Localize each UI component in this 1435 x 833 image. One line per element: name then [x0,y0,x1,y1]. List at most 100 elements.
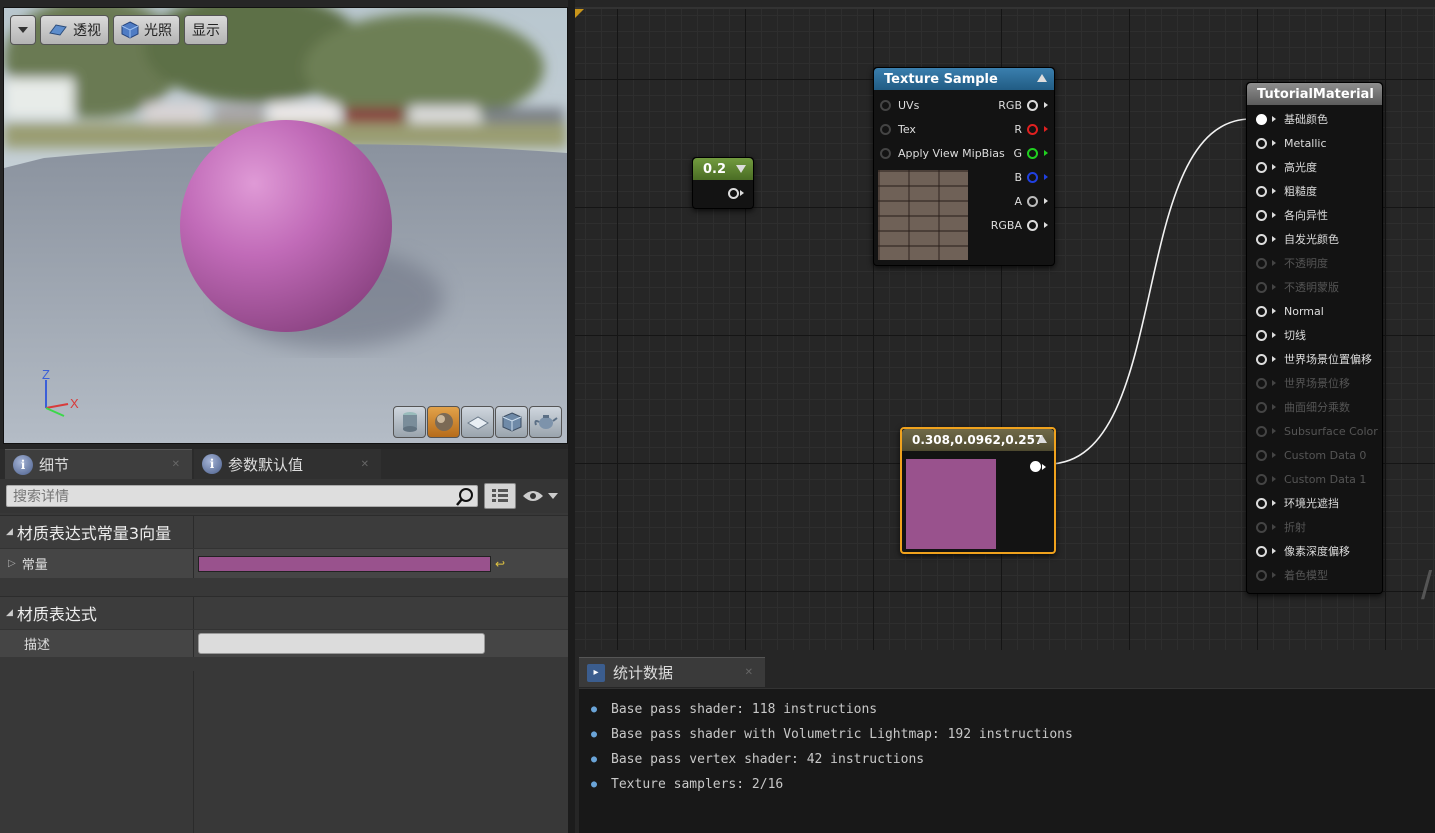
material-pin[interactable]: Subsurface Color [1247,419,1382,443]
output-pin-b[interactable]: B [991,165,1048,189]
sphere-preview-button[interactable] [427,406,460,438]
output-pin-a[interactable]: A [991,189,1048,213]
collapse-arrow-icon[interactable] [1037,435,1047,443]
input-pin-uvs[interactable]: UVs [880,93,1005,117]
material-pin[interactable]: 高光度 [1247,155,1382,179]
output-pin-rgb[interactable]: RGB [991,93,1048,117]
section-title: 材质表达式 [16,605,97,624]
input-pin[interactable] [1256,137,1267,149]
property-row-description: 描述 [0,629,568,657]
input-pin[interactable] [1256,305,1267,317]
material-pin[interactable]: 切线 [1247,323,1382,347]
close-icon[interactable]: ✕ [172,459,180,470]
panel-splitter[interactable] [568,0,575,833]
section-vector3-constant[interactable]: ◢ 材质表达式常量3向量 [0,515,568,548]
input-pin[interactable] [1256,545,1267,557]
input-pin[interactable] [1256,521,1267,533]
property-matrix-button[interactable] [484,483,516,509]
input-pin[interactable] [1256,497,1267,509]
material-pin[interactable]: 粗糙度 [1247,179,1382,203]
material-pin[interactable]: Custom Data 1 [1247,467,1382,491]
vector3-constant-node[interactable]: 0.308,0.0962,0.257 [900,427,1056,554]
cube-preview-button[interactable] [495,406,528,438]
material-graph[interactable]: 0.2 Texture Sample UVs Tex Apply View Mi… [575,7,1435,650]
input-pin[interactable] [1256,185,1267,197]
close-icon[interactable]: ✕ [745,667,753,678]
texture-sample-node[interactable]: Texture Sample UVs Tex Apply View MipBia… [873,67,1055,266]
collapse-arrow-icon[interactable] [1037,74,1047,82]
section-material-expression[interactable]: ◢ 材质表达式 [0,596,568,629]
input-pin-tex[interactable]: Tex [880,117,1005,141]
collapse-arrow-icon[interactable] [736,165,746,173]
material-pin[interactable]: 曲面细分乘数 [1247,395,1382,419]
info-icon: i [13,454,33,475]
input-pin[interactable] [1256,425,1267,437]
material-pin[interactable]: 自发光颜色 [1247,227,1382,251]
tab-parameter-defaults[interactable]: i 参数默认值 ✕ [194,449,381,479]
material-pin[interactable]: 世界场景位移 [1247,371,1382,395]
input-pin[interactable] [1256,353,1267,365]
input-pin[interactable] [1256,257,1267,269]
material-pin[interactable]: 折射 [1247,515,1382,539]
input-pin[interactable] [1256,449,1267,461]
show-button[interactable]: 显示 [184,15,228,45]
vector3-node-title[interactable]: 0.308,0.0962,0.257 [902,429,1054,451]
tab-details[interactable]: i 细节 ✕ [5,449,192,479]
view-options-button[interactable] [522,489,558,503]
material-pin[interactable]: Metallic [1247,131,1382,155]
input-pin[interactable] [1256,281,1267,293]
teapot-preview-button[interactable] [529,406,562,438]
constant-node-title[interactable]: 0.2 [693,158,753,180]
material-pin[interactable]: Normal [1247,299,1382,323]
material-pin[interactable]: Custom Data 0 [1247,443,1382,467]
output-pin-r[interactable]: R [991,117,1048,141]
material-result-node[interactable]: TutorialMaterial 基础颜色 Metallic 高光度 粗糙度 各向异性自… [1246,82,1383,594]
bullet-icon: ● [591,779,598,790]
material-pin[interactable]: 世界场景位置偏移 [1247,347,1382,371]
material-pin[interactable]: 不透明度 [1247,251,1382,275]
cylinder-preview-button[interactable] [393,406,426,438]
tab-stats-label: 统计数据 [613,664,674,682]
input-pin[interactable] [1256,113,1267,125]
lighting-button[interactable]: 光照 [113,15,180,45]
input-pin[interactable] [1256,233,1267,245]
details-search-input[interactable]: 搜索详情 [6,485,478,507]
material-pin[interactable]: 着色模型 [1247,563,1382,587]
constant-color-bar[interactable] [198,555,491,572]
input-pin[interactable] [1256,377,1267,389]
input-pin[interactable] [1256,329,1267,341]
reset-to-default-icon[interactable]: ↩ [495,557,505,571]
input-pin[interactable] [1256,161,1267,173]
viewport-toolbar: 透视 光照 显示 [10,15,228,45]
chevron-down-icon [548,493,558,499]
plane-preview-button[interactable] [461,406,494,438]
stats-text: Base pass shader with Volumetric Lightma… [611,727,1073,742]
perspective-icon [49,24,67,36]
output-pin-rgba[interactable]: RGBA [991,213,1048,237]
texture-sample-title[interactable]: Texture Sample [874,68,1054,90]
output-pin-g[interactable]: G [991,141,1048,165]
tab-stats[interactable]: ▸ 统计数据 ✕ [579,657,765,687]
input-pin[interactable] [1256,569,1267,581]
material-pin[interactable]: 基础颜色 [1247,107,1382,131]
description-input[interactable] [198,633,485,654]
close-icon[interactable]: ✕ [361,459,369,470]
material-node-title[interactable]: TutorialMaterial [1247,83,1382,105]
material-pin[interactable]: 不透明蒙版 [1247,275,1382,299]
output-pin[interactable] [1030,461,1046,472]
preview-mesh-tools [393,406,562,438]
material-pin[interactable]: 各向异性 [1247,203,1382,227]
viewport-options-button[interactable] [10,15,36,45]
expand-triangle-icon[interactable]: ▷ [8,558,16,569]
constant-node[interactable]: 0.2 [692,157,754,209]
material-editor: 透视 光照 显示 Z X i 细节 ✕ i 参数默认值 ✕ 搜索详情 ◢ 材质表… [0,0,1435,833]
input-pin[interactable] [1256,209,1267,221]
preview-viewport[interactable]: 透视 光照 显示 Z X [3,7,568,444]
input-pin[interactable] [1256,401,1267,413]
input-pin[interactable] [1256,473,1267,485]
material-pin[interactable]: 环境光遮挡 [1247,491,1382,515]
perspective-button[interactable]: 透视 [40,15,109,45]
output-pin[interactable] [728,187,739,199]
material-pin[interactable]: 像素深度偏移 [1247,539,1382,563]
input-pin-apply-view-mipbias[interactable]: Apply View MipBias [880,141,1005,165]
